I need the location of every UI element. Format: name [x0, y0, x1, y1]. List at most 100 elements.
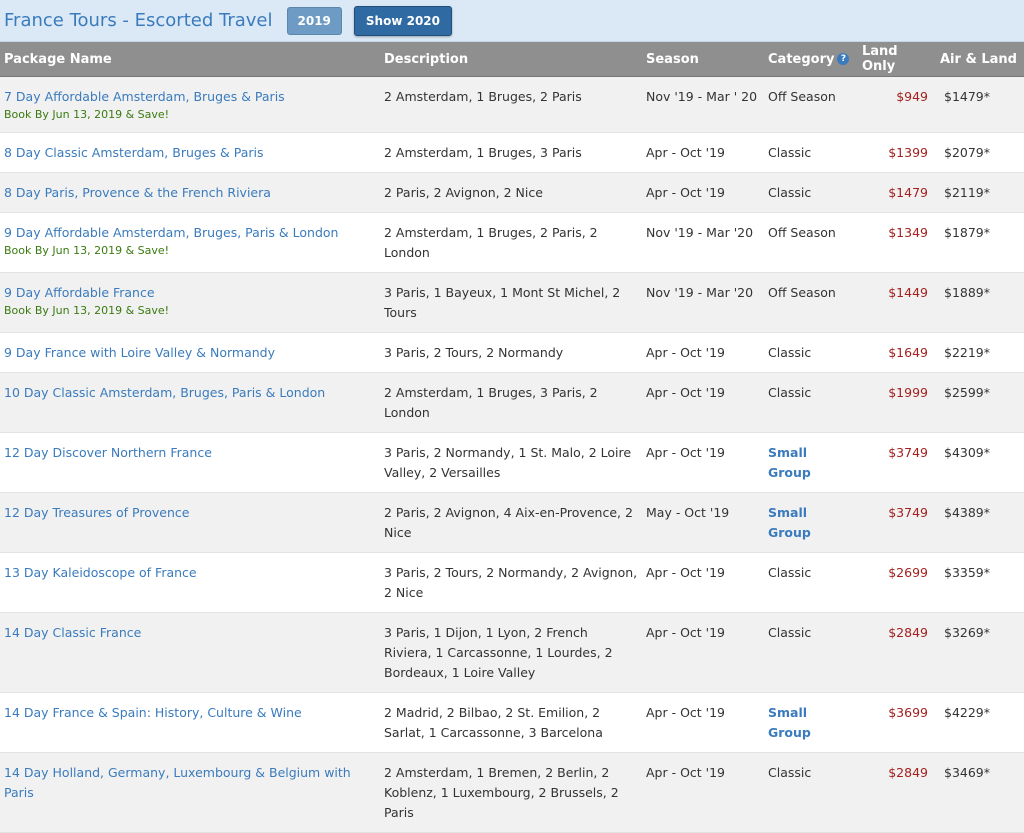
- description-cell: 2 Amsterdam, 1 Bruges, 2 Paris, 2 London: [380, 212, 642, 273]
- col-header-land: Land Only: [858, 42, 938, 77]
- land-price-cell: $1449: [858, 272, 938, 333]
- package-cell: 8 Day Classic Amsterdam, Bruges & Paris: [0, 132, 380, 173]
- package-link[interactable]: 7 Day Affordable Amsterdam, Bruges & Par…: [4, 87, 376, 107]
- package-link[interactable]: 10 Day Classic Amsterdam, Bruges, Paris …: [4, 383, 376, 403]
- description-cell: 2 Paris, 2 Avignon, 2 Nice: [380, 172, 642, 213]
- package-link[interactable]: 9 Day Affordable France: [4, 283, 376, 303]
- package-cell: 9 Day Affordable France Book By Jun 13, 2…: [0, 272, 380, 333]
- table-row: 9 Day Affordable France Book By Jun 13, 2…: [0, 272, 1024, 333]
- table-body: 7 Day Affordable Amsterdam, Bruges & Par…: [0, 76, 1024, 833]
- description-cell: 3 Paris, 2 Tours, 2 Normandy: [380, 332, 642, 373]
- table-row: 9 Day France with Loire Valley & Normand…: [0, 332, 1024, 373]
- season-cell: Apr - Oct '19: [642, 752, 764, 833]
- land-price-cell: $2699: [858, 552, 938, 613]
- land-price-cell: $2849: [858, 752, 938, 833]
- land-price-cell: $1399: [858, 132, 938, 173]
- package-cell: 9 Day France with Loire Valley & Normand…: [0, 332, 380, 373]
- season-cell: Nov '19 - Mar ' 20: [642, 76, 764, 133]
- land-price-cell: $1349: [858, 212, 938, 273]
- description-cell: 2 Amsterdam, 1 Bruges, 3 Paris, 2 London: [380, 372, 642, 433]
- season-cell: Apr - Oct '19: [642, 432, 764, 493]
- table-row: 13 Day Kaleidoscope of France 3 Paris, 2 …: [0, 552, 1024, 613]
- category-cell: Small Group: [764, 692, 858, 753]
- category-cell: Classic: [764, 332, 858, 373]
- season-cell: Apr - Oct '19: [642, 332, 764, 373]
- col-header-package[interactable]: Package Name: [0, 42, 380, 77]
- air-price-cell: $4309*: [938, 432, 1024, 493]
- col-header-category: Category?: [764, 42, 858, 77]
- table-row: 14 Day Holland, Germany, Luxembourg & Be…: [0, 752, 1024, 833]
- category-cell: Off Season: [764, 212, 858, 273]
- package-cell: 9 Day Affordable Amsterdam, Bruges, Pari…: [0, 212, 380, 273]
- package-link[interactable]: 8 Day Paris, Provence & the French Rivie…: [4, 183, 376, 203]
- promo-text: Book By Jun 13, 2019 & Save!: [4, 244, 170, 257]
- package-cell: 14 Day France & Spain: History, Culture …: [0, 692, 380, 753]
- package-cell: 12 Day Treasures of Provence: [0, 492, 380, 553]
- package-link[interactable]: 9 Day Affordable Amsterdam, Bruges, Pari…: [4, 223, 376, 243]
- help-icon[interactable]: ?: [837, 53, 850, 65]
- description-cell: 2 Amsterdam, 1 Bremen, 2 Berlin, 2 Koble…: [380, 752, 642, 833]
- package-link[interactable]: 12 Day Discover Northern France: [4, 443, 376, 463]
- description-cell: 3 Paris, 1 Bayeux, 1 Mont St Michel, 2 T…: [380, 272, 642, 333]
- package-link[interactable]: 12 Day Treasures of Provence: [4, 503, 376, 523]
- season-cell: Nov '19 - Mar '20: [642, 212, 764, 273]
- col-header-description: Description: [380, 42, 642, 77]
- table-row: 12 Day Discover Northern France 3 Paris, …: [0, 432, 1024, 493]
- package-link[interactable]: 14 Day France & Spain: History, Culture …: [4, 703, 376, 723]
- table-row: 12 Day Treasures of Provence 2 Paris, 2 A…: [0, 492, 1024, 553]
- package-link[interactable]: 9 Day France with Loire Valley & Normand…: [4, 343, 376, 363]
- air-price-cell: $2079*: [938, 132, 1024, 173]
- air-price-cell: $1889*: [938, 272, 1024, 333]
- description-cell: 2 Amsterdam, 1 Bruges, 2 Paris: [380, 76, 642, 133]
- package-cell: 7 Day Affordable Amsterdam, Bruges & Par…: [0, 76, 380, 133]
- table-row: 10 Day Classic Amsterdam, Bruges, Paris …: [0, 372, 1024, 433]
- table-row: 14 Day France & Spain: History, Culture …: [0, 692, 1024, 753]
- col-header-season: Season: [642, 42, 764, 77]
- page-title: France Tours - Escorted Travel: [4, 10, 273, 31]
- category-cell: Small Group: [764, 492, 858, 553]
- table-row: 8 Day Paris, Provence & the French Rivie…: [0, 172, 1024, 213]
- season-cell: May - Oct '19: [642, 492, 764, 553]
- year-2019-button[interactable]: 2019: [286, 6, 342, 35]
- description-cell: 3 Paris, 2 Normandy, 1 St. Malo, 2 Loire…: [380, 432, 642, 493]
- description-cell: 3 Paris, 1 Dijon, 1 Lyon, 2 French Rivie…: [380, 612, 642, 693]
- package-cell: 14 Day Classic France: [0, 612, 380, 693]
- air-price-cell: $4229*: [938, 692, 1024, 753]
- package-cell: 14 Day Holland, Germany, Luxembourg & Be…: [0, 752, 380, 833]
- air-price-cell: $4389*: [938, 492, 1024, 553]
- package-cell: 8 Day Paris, Provence & the French Rivie…: [0, 172, 380, 213]
- land-price-cell: $1479: [858, 172, 938, 213]
- category-cell: Off Season: [764, 76, 858, 133]
- category-cell: Classic: [764, 552, 858, 613]
- title-bar: France Tours - Escorted Travel 2019 Show…: [0, 0, 1024, 42]
- category-cell: Classic: [764, 612, 858, 693]
- promo-text: Book By Jun 13, 2019 & Save!: [4, 304, 170, 317]
- category-cell: Small Group: [764, 432, 858, 493]
- table-header-row: Package Name Description Season Category…: [0, 42, 1024, 77]
- table-row: 9 Day Affordable Amsterdam, Bruges, Pari…: [0, 212, 1024, 273]
- air-price-cell: $2599*: [938, 372, 1024, 433]
- description-cell: 3 Paris, 2 Tours, 2 Normandy, 2 Avignon,…: [380, 552, 642, 613]
- table-row: 8 Day Classic Amsterdam, Bruges & Paris 2…: [0, 132, 1024, 173]
- show-2020-button[interactable]: Show 2020: [353, 5, 452, 36]
- package-link[interactable]: 14 Day Holland, Germany, Luxembourg & Be…: [4, 763, 376, 803]
- season-cell: Apr - Oct '19: [642, 132, 764, 173]
- package-link[interactable]: 13 Day Kaleidoscope of France: [4, 563, 376, 583]
- land-price-cell: $3699: [858, 692, 938, 753]
- package-link[interactable]: 8 Day Classic Amsterdam, Bruges & Paris: [4, 143, 376, 163]
- season-cell: Apr - Oct '19: [642, 692, 764, 753]
- package-cell: 13 Day Kaleidoscope of France: [0, 552, 380, 613]
- land-price-cell: $3749: [858, 492, 938, 553]
- description-cell: 2 Paris, 2 Avignon, 4 Aix-en-Provence, 2…: [380, 492, 642, 553]
- category-cell: Classic: [764, 752, 858, 833]
- category-cell: Off Season: [764, 272, 858, 333]
- table-row: 7 Day Affordable Amsterdam, Bruges & Par…: [0, 76, 1024, 133]
- air-price-cell: $1479*: [938, 76, 1024, 133]
- description-cell: 2 Madrid, 2 Bilbao, 2 St. Emilion, 2 Sar…: [380, 692, 642, 753]
- air-price-cell: $1879*: [938, 212, 1024, 273]
- land-price-cell: $1649: [858, 332, 938, 373]
- season-cell: Nov '19 - Mar '20: [642, 272, 764, 333]
- season-cell: Apr - Oct '19: [642, 172, 764, 213]
- air-price-cell: $3469*: [938, 752, 1024, 833]
- package-link[interactable]: 14 Day Classic France: [4, 623, 376, 643]
